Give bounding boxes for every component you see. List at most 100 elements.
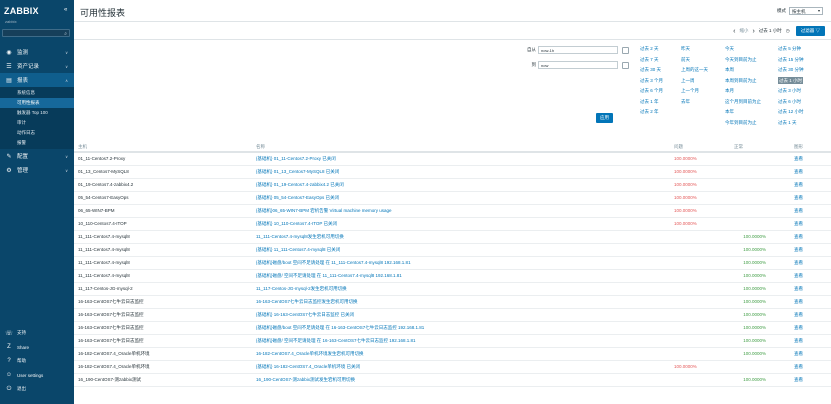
quick-range[interactable]: 过去 3 小时 [778, 86, 804, 97]
submenu-availability-report[interactable]: 可用性报表 [0, 98, 74, 108]
time-toolbar: ‹ 缩小 › 过去 1 小时 ◷ 过滤器 ▽ [74, 22, 831, 40]
filter-button[interactable]: 过滤器 ▽ [795, 26, 825, 36]
next-period-button[interactable]: › [752, 28, 754, 35]
quick-range[interactable]: 本年 [725, 107, 761, 118]
menu-item-administration[interactable]: ⚙ 管理 ∨ [0, 163, 74, 177]
quick-range[interactable]: 本周 [725, 65, 761, 76]
submenu-system-info[interactable]: 系统信息 [0, 88, 74, 98]
quick-range[interactable]: 今天 [725, 44, 761, 55]
quick-range[interactable]: 过去 3 个月 [640, 76, 663, 87]
submenu-action-log[interactable]: 动作日志 [0, 128, 74, 138]
menu-item-inventory[interactable]: ☰ 资产记录 ∨ [0, 59, 74, 73]
quick-range[interactable]: 今天到目前为止 [725, 55, 761, 66]
sidebar-search-input[interactable] [3, 30, 69, 36]
from-input[interactable]: now-1h [538, 46, 618, 54]
graph-link[interactable]: 查看 [790, 321, 831, 335]
quick-range[interactable]: 上一个月 [681, 86, 708, 97]
apply-button[interactable]: 应用 [596, 113, 613, 123]
gear-icon: ⚙ [6, 167, 12, 174]
ok-cell: 100.0000% [730, 295, 790, 309]
table-row: 16-182-CentOS7.4_Oracle单机环境 16-182-CentOS… [74, 347, 831, 361]
calendar-icon[interactable] [622, 46, 629, 54]
submenu-audit[interactable]: 审计 [0, 118, 74, 128]
quick-range[interactable]: 前天 [681, 55, 708, 66]
menu-item-reports[interactable]: ▤ 报表 ∧ [0, 73, 74, 87]
current-period[interactable]: 过去 1 小时 [759, 28, 782, 34]
menu-item-configuration[interactable]: ✎ 配置 ∨ [0, 149, 74, 163]
quick-range[interactable]: 去年 [681, 97, 708, 108]
mode-label: 模式 [777, 8, 786, 13]
menu-item-share[interactable]: Z Share [0, 340, 74, 354]
graph-link[interactable]: 查看 [790, 217, 831, 231]
quick-range[interactable]: 过去 12 小时 [778, 107, 804, 118]
graph-link[interactable]: 查看 [790, 178, 831, 192]
graph-link[interactable]: 查看 [790, 347, 831, 361]
search-icon[interactable]: ⌕ [64, 31, 67, 37]
quick-range[interactable]: 过去 1 天 [778, 118, 804, 129]
graph-link[interactable]: 查看 [790, 334, 831, 348]
mode-select[interactable]: 按主机 ▾ [789, 7, 823, 15]
quick-col-1: 过去 2 天 过去 7 天 过去 30 天 过去 3 个月 过去 6 个月 过去… [640, 44, 663, 118]
quick-range[interactable]: 本月 [725, 86, 761, 97]
ok-cell: 100.0000% [730, 308, 790, 322]
graph-link[interactable]: 查看 [790, 165, 831, 179]
collapse-sidebar-button[interactable]: « [64, 7, 67, 13]
quick-range[interactable]: 过去 6 个月 [640, 86, 663, 97]
menu-item-support[interactable]: ☏ 支持 [0, 326, 74, 340]
col-name[interactable]: 名称 [252, 142, 670, 153]
graph-link[interactable]: 查看 [790, 204, 831, 218]
calendar-icon[interactable] [622, 61, 629, 69]
ok-cell: 100.0000% [730, 334, 790, 348]
ok-cell [730, 191, 790, 205]
quick-range[interactable]: 过去 30 天 [640, 65, 663, 76]
quick-range[interactable]: 过去 6 小时 [778, 97, 804, 108]
graph-link[interactable]: 查看 [790, 191, 831, 205]
graph-link[interactable]: 查看 [790, 360, 831, 374]
quick-range[interactable]: 上一周 [681, 76, 708, 87]
prev-period-button[interactable]: ‹ [733, 28, 735, 35]
menu-item-help[interactable]: ? 帮助 [0, 354, 74, 368]
graph-link[interactable]: 查看 [790, 230, 831, 244]
graph-link[interactable]: 查看 [790, 269, 831, 283]
menu-item-label: 配置 [17, 154, 29, 160]
quick-range[interactable]: 过去 2 天 [640, 44, 663, 55]
menu-item-signout[interactable]: ⏻ 退出 [0, 382, 74, 396]
problem-cell [670, 347, 730, 361]
quick-range[interactable]: 过去 2 年 [640, 107, 663, 118]
quick-range[interactable]: 昨天 [681, 44, 708, 55]
quick-range[interactable]: 今年到目前为止 [725, 118, 761, 129]
graph-link[interactable]: 查看 [790, 256, 831, 270]
quick-range[interactable]: 本周到目前为止 [725, 76, 761, 87]
to-input[interactable]: now [538, 61, 618, 69]
trigger-name-cell: {基础机}06_65-WIN7-BPM 宕机告警 Virtual machine… [252, 204, 670, 218]
submenu-triggers-top100[interactable]: 触发器 Top 100 [0, 108, 74, 118]
trigger-name-cell: {基础机}磁盘/ 空间不足请处理 在 16-163-CentOS7七牛云日志监控… [252, 334, 670, 348]
menu-item-label: 管理 [17, 168, 29, 174]
graph-link[interactable]: 查看 [790, 152, 831, 166]
quick-range[interactable]: 过去 30 分钟 [778, 65, 804, 76]
quick-range[interactable]: 过去 1 年 [640, 97, 663, 108]
graph-link[interactable]: 查看 [790, 308, 831, 322]
quick-range[interactable]: 过去 7 天 [640, 55, 663, 66]
quick-range[interactable]: 上周的这一天 [681, 65, 708, 76]
quick-range[interactable]: 过去 5 分钟 [778, 44, 804, 55]
quick-range[interactable]: 这个月到目前为止 [725, 97, 761, 108]
graph-link[interactable]: 查看 [790, 295, 831, 309]
menu-item-user-settings[interactable]: ☺ User settings [0, 368, 74, 382]
ok-cell: 100.0000% [730, 243, 790, 257]
quick-range[interactable]: 过去 15 分钟 [778, 55, 804, 66]
table-row: 16_190-CentOS7-测zabbix测试 16_190-CentOS7-测… [74, 373, 831, 387]
zoom-out-button[interactable]: 缩小 [739, 28, 748, 34]
graph-link[interactable]: 查看 [790, 282, 831, 296]
submenu-notifications[interactable]: 报警 [0, 138, 74, 148]
col-problem: 问题 [670, 142, 730, 153]
graph-link[interactable]: 查看 [790, 243, 831, 257]
menu-item-monitoring[interactable]: ◉ 监测 ∨ [0, 45, 74, 59]
table-row: 01_11-Centos7.2-Proxy {基础机} 01_11-Centos7… [74, 152, 831, 166]
from-row: 自从 now-1h [522, 46, 629, 54]
server-name: zabbix [5, 19, 17, 24]
col-host[interactable]: 主机 [74, 142, 252, 153]
table-row: 11_111-Centos7.4-mysql8 {基础机}磁盘/ 空间不足请处理 … [74, 269, 831, 283]
quick-range-selected[interactable]: 过去 1 小时 [778, 76, 804, 84]
graph-link[interactable]: 查看 [790, 373, 831, 387]
